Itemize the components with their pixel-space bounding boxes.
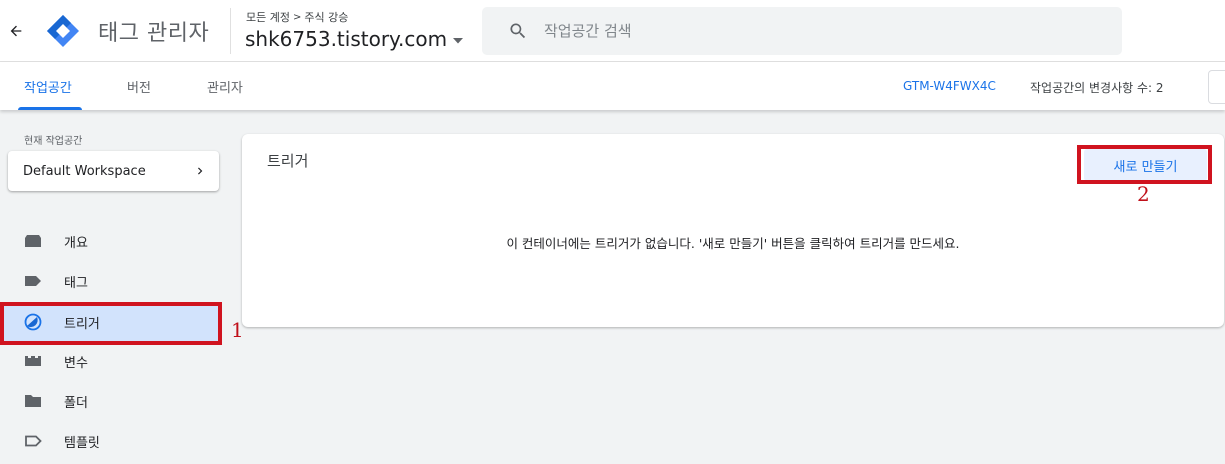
workspace-selector-button[interactable]: Default Workspace: [8, 151, 219, 191]
sidebar-item-overview[interactable]: 개요: [0, 222, 220, 260]
sidebar-item-label: 폴더: [64, 395, 88, 411]
sidebar-item-tags[interactable]: 태그: [0, 262, 220, 300]
tab-versions[interactable]: 버전: [127, 62, 151, 110]
workspace-search-input[interactable]: [544, 19, 1104, 43]
folder-icon: [25, 395, 41, 407]
variable-icon: [25, 356, 41, 366]
annotation-number-2: 2: [1137, 182, 1150, 206]
active-tab-indicator: [18, 107, 82, 110]
container-id[interactable]: GTM-W4FWX4C: [903, 79, 996, 93]
tag-manager-app: 태그 관리자 모든 계정 > 주식 강승 shk6753.tistory.com…: [0, 0, 1225, 464]
arrow-back-icon: [10, 25, 22, 37]
preview-button[interactable]: [1208, 70, 1225, 104]
workspace-search-box[interactable]: [482, 7, 1122, 55]
header-divider: [230, 8, 231, 54]
search-icon: [510, 23, 526, 39]
triggers-card: 트리거 새로 만들기 이 컨테이너에는 트리거가 없습니다. '새로 만들기' …: [242, 134, 1224, 327]
sidebar-item-label: 태그: [64, 275, 88, 291]
breadcrumb-separator: >: [292, 11, 302, 23]
sidebar-item-label: 트리거: [64, 316, 100, 332]
tag-manager-logo-icon: [47, 15, 79, 47]
tag-icon: [25, 276, 41, 286]
card-title: 트리거: [267, 152, 309, 170]
overview-icon: [25, 235, 41, 247]
current-workspace-label: 현재 작업공간: [24, 136, 83, 147]
breadcrumb-account[interactable]: 모든 계정: [246, 9, 290, 25]
sidebar-item-label: 개요: [64, 235, 88, 251]
template-icon: [25, 435, 42, 447]
new-trigger-button[interactable]: 새로 만들기: [1084, 149, 1207, 181]
sidebar-item-label: 템플릿: [64, 435, 100, 451]
trigger-icon: [24, 313, 42, 331]
container-name: shk6753.tistory.com: [245, 27, 448, 51]
tab-admin[interactable]: 관리자: [207, 62, 243, 110]
breadcrumb: 모든 계정 > 주식 강승: [246, 9, 348, 25]
annotation-number-1: 1: [231, 318, 244, 342]
sidebar-item-label: 변수: [64, 355, 88, 371]
sidebar-item-folders[interactable]: 폴더: [0, 382, 220, 420]
caret-down-icon: [453, 38, 464, 44]
sidebar-item-variables[interactable]: 변수: [0, 342, 220, 380]
top-header: 태그 관리자 모든 계정 > 주식 강승 shk6753.tistory.com: [0, 0, 1225, 62]
sidebar-item-templates[interactable]: 템플릿: [0, 422, 220, 460]
back-button[interactable]: [4, 19, 28, 43]
empty-state-message: 이 컨테이너에는 트리거가 없습니다. '새로 만들기' 버튼을 클릭하여 트리…: [506, 236, 960, 251]
tab-bar: 작업공간 버전 관리자 GTM-W4FWX4C 작업공간의 변경사항 수: 2: [0, 62, 1225, 110]
tab-workspace[interactable]: 작업공간: [24, 62, 72, 110]
product-name: 태그 관리자: [98, 21, 210, 46]
sidebar-item-triggers[interactable]: 트리거: [0, 303, 220, 341]
breadcrumb-container-scope[interactable]: 주식 강승: [304, 9, 348, 25]
workspace-name: Default Workspace: [23, 163, 146, 179]
chevron-right-icon: [198, 167, 203, 175]
container-picker[interactable]: shk6753.tistory.com: [245, 27, 464, 51]
workspace-changes-count: 작업공간의 변경사항 수: 2: [1030, 81, 1164, 95]
